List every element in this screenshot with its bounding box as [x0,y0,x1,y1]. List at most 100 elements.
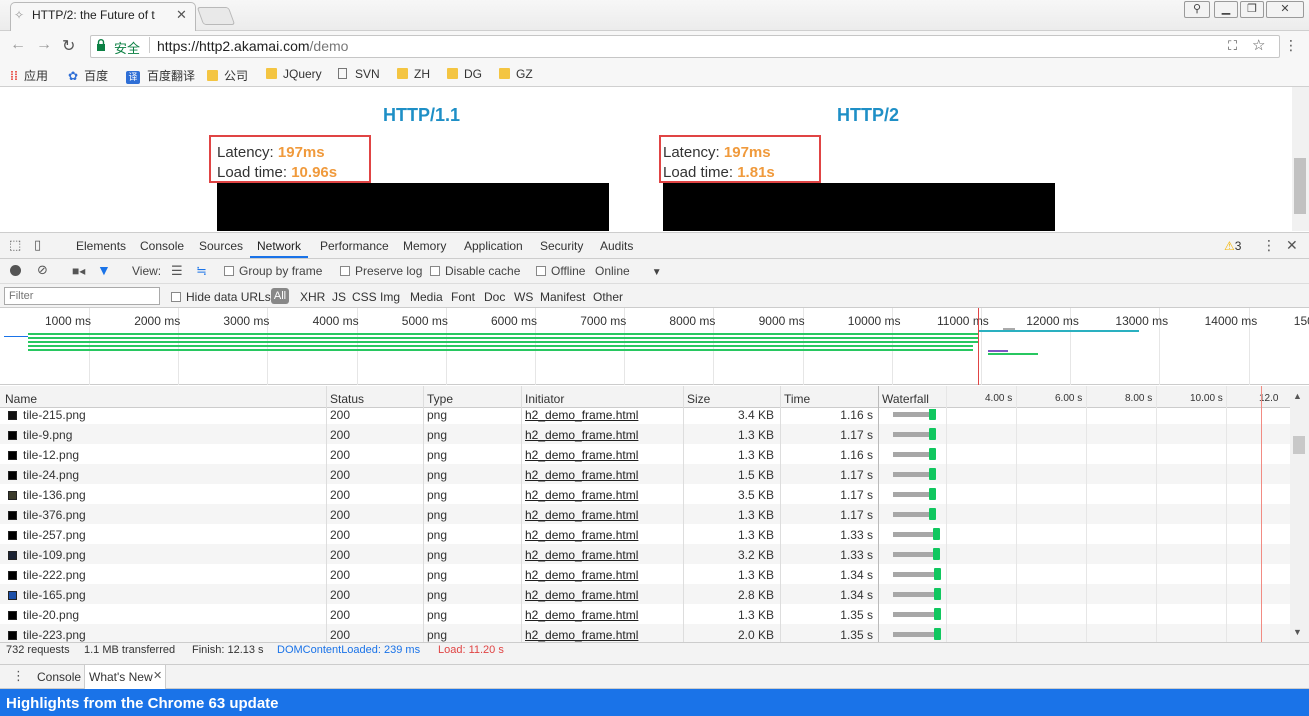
bookmark-baidu-translate[interactable]: 译百度翻译 [126,67,195,84]
type-filter-css[interactable]: CSS [352,290,377,304]
disable-cache-checkbox[interactable]: Disable cache [430,264,520,278]
table-row[interactable]: tile-20.png 200 png h2_demo_frame.html 1.3 K… [0,604,1290,624]
table-row[interactable]: tile-376.png 200 png h2_demo_frame.html 1.3 … [0,504,1290,524]
capture-screenshots-icon[interactable]: ■◂ [72,264,85,278]
cell-initiator[interactable]: h2_demo_frame.html [525,568,638,582]
table-row[interactable]: tile-257.png 200 png h2_demo_frame.html 1.3 … [0,524,1290,544]
cell-initiator[interactable]: h2_demo_frame.html [525,608,638,622]
tab-memory[interactable]: Memory [403,239,446,253]
drawer-tab-console[interactable]: Console [37,670,81,684]
menu-icon[interactable]: ⋮ [1284,37,1298,54]
url-text[interactable]: https://http2.akamai.com/demo [157,38,348,54]
file-image-icon [8,431,17,440]
tab-audits[interactable]: Audits [600,239,633,253]
column-time[interactable]: Time [784,392,810,406]
table-row[interactable]: tile-222.png 200 png h2_demo_frame.html 1.3 … [0,564,1290,584]
column-name[interactable]: Name [5,392,37,406]
inspect-element-icon[interactable]: ⬚ [9,237,21,253]
bookmark-zh[interactable]: ZH [397,67,430,81]
column-size[interactable]: Size [687,392,710,406]
close-window-button[interactable]: ✕ [1266,1,1304,18]
bookmark-company[interactable]: 公司 [207,67,248,84]
bookmark-gz[interactable]: GZ [499,67,533,81]
bookmark-apps[interactable]: ⁞⁞ 应用 [10,67,48,84]
minimize-button[interactable]: ▁ [1214,1,1238,18]
preserve-log-checkbox[interactable]: Preserve log [340,264,422,278]
reload-icon[interactable]: ↻ [62,36,75,56]
scroll-up-icon[interactable]: ▲ [1293,391,1302,401]
translate-icon[interactable]: ⛶ [1228,38,1237,54]
tab-application[interactable]: Application [464,239,523,253]
table-row[interactable]: tile-223.png 200 png h2_demo_frame.html 2.0 … [0,624,1290,642]
tab-security[interactable]: Security [540,239,583,253]
type-filter-all[interactable]: All [271,288,289,304]
overview-icon[interactable]: ≒ [196,263,207,279]
device-toolbar-icon[interactable]: ▯ [34,237,41,253]
cell-initiator[interactable]: h2_demo_frame.html [525,508,638,522]
type-filter-img[interactable]: Img [380,290,400,304]
cell-initiator[interactable]: h2_demo_frame.html [525,468,638,482]
table-row[interactable]: tile-12.png 200 png h2_demo_frame.html 1.3 K… [0,444,1290,464]
table-scrollbar[interactable] [1290,386,1309,642]
tab-network[interactable]: Network [257,239,301,253]
back-icon[interactable]: ← [10,36,26,54]
cell-initiator[interactable]: h2_demo_frame.html [525,528,638,542]
new-tab-button[interactable] [196,7,236,25]
column-initiator[interactable]: Initiator [525,392,564,406]
table-row[interactable]: tile-109.png 200 png h2_demo_frame.html 3.2 … [0,544,1290,564]
cell-initiator[interactable]: h2_demo_frame.html [525,588,638,602]
type-filter-ws[interactable]: WS [514,290,533,304]
type-filter-js[interactable]: JS [332,290,346,304]
clear-icon[interactable]: ⊘ [37,262,48,278]
type-filter-other[interactable]: Other [593,290,623,304]
table-row[interactable]: tile-215.png 200 png h2_demo_frame.html 3.4 … [0,409,1290,424]
offline-checkbox[interactable]: Offline [536,264,585,278]
large-rows-icon[interactable]: ☰ [171,263,183,279]
drawer-menu-icon[interactable]: ⋮ [12,668,25,684]
throttling-select[interactable]: Online ▼ [595,264,662,278]
tab-sources[interactable]: Sources [199,239,243,253]
filter-input[interactable] [4,287,160,305]
bookmark-svn[interactable]: SVN [338,67,380,81]
type-filter-xhr[interactable]: XHR [300,290,325,304]
cell-initiator[interactable]: h2_demo_frame.html [525,488,638,502]
restore-button[interactable]: ❐ [1240,1,1264,18]
forward-icon[interactable]: → [36,36,52,54]
cell-initiator[interactable]: h2_demo_frame.html [525,548,638,562]
profile-icon[interactable]: ⚲ [1184,1,1210,18]
filter-icon[interactable]: ▼ [97,262,111,278]
cell-initiator[interactable]: h2_demo_frame.html [525,409,638,422]
warnings-badge[interactable]: ⚠3 [1224,239,1241,253]
table-scrollbar-thumb[interactable] [1293,436,1305,454]
table-row[interactable]: tile-136.png 200 png h2_demo_frame.html 3.5 … [0,484,1290,504]
hide-data-urls-checkbox[interactable]: Hide data URLs [171,290,271,304]
table-row[interactable]: tile-9.png 200 png h2_demo_frame.html 1.3 KB… [0,424,1290,444]
group-by-frame-checkbox[interactable]: Group by frame [224,264,322,278]
type-filter-font[interactable]: Font [451,290,475,304]
bookmark-jquery[interactable]: JQuery [266,67,322,81]
cell-initiator[interactable]: h2_demo_frame.html [525,448,638,462]
scroll-down-icon[interactable]: ▼ [1293,627,1302,637]
table-row[interactable]: tile-24.png 200 png h2_demo_frame.html 1.5 K… [0,464,1290,484]
tab-console[interactable]: Console [140,239,184,253]
tab-performance[interactable]: Performance [320,239,389,253]
table-row[interactable]: tile-165.png 200 png h2_demo_frame.html 2.8 … [0,584,1290,604]
tab-close-icon[interactable]: ✕ [176,7,187,23]
drawer-tab-close-icon[interactable]: ✕ [153,669,162,682]
page-scrollbar-thumb[interactable] [1294,158,1306,214]
column-waterfall[interactable]: Waterfall [882,392,929,406]
column-status[interactable]: Status [330,392,364,406]
cell-initiator[interactable]: h2_demo_frame.html [525,628,638,642]
bookmark-baidu[interactable]: ✿ 百度 [68,67,108,84]
devtools-menu-icon[interactable]: ⋮ [1262,237,1276,254]
cell-initiator[interactable]: h2_demo_frame.html [525,428,638,442]
bookmark-dg[interactable]: DG [447,67,482,81]
devtools-close-icon[interactable]: ✕ [1286,237,1298,254]
type-filter-manifest[interactable]: Manifest [540,290,585,304]
type-filter-media[interactable]: Media [410,290,443,304]
tab-elements[interactable]: Elements [76,239,126,253]
column-type[interactable]: Type [427,392,453,406]
star-icon[interactable]: ☆ [1252,36,1265,54]
type-filter-doc[interactable]: Doc [484,290,505,304]
record-icon[interactable] [10,265,21,276]
